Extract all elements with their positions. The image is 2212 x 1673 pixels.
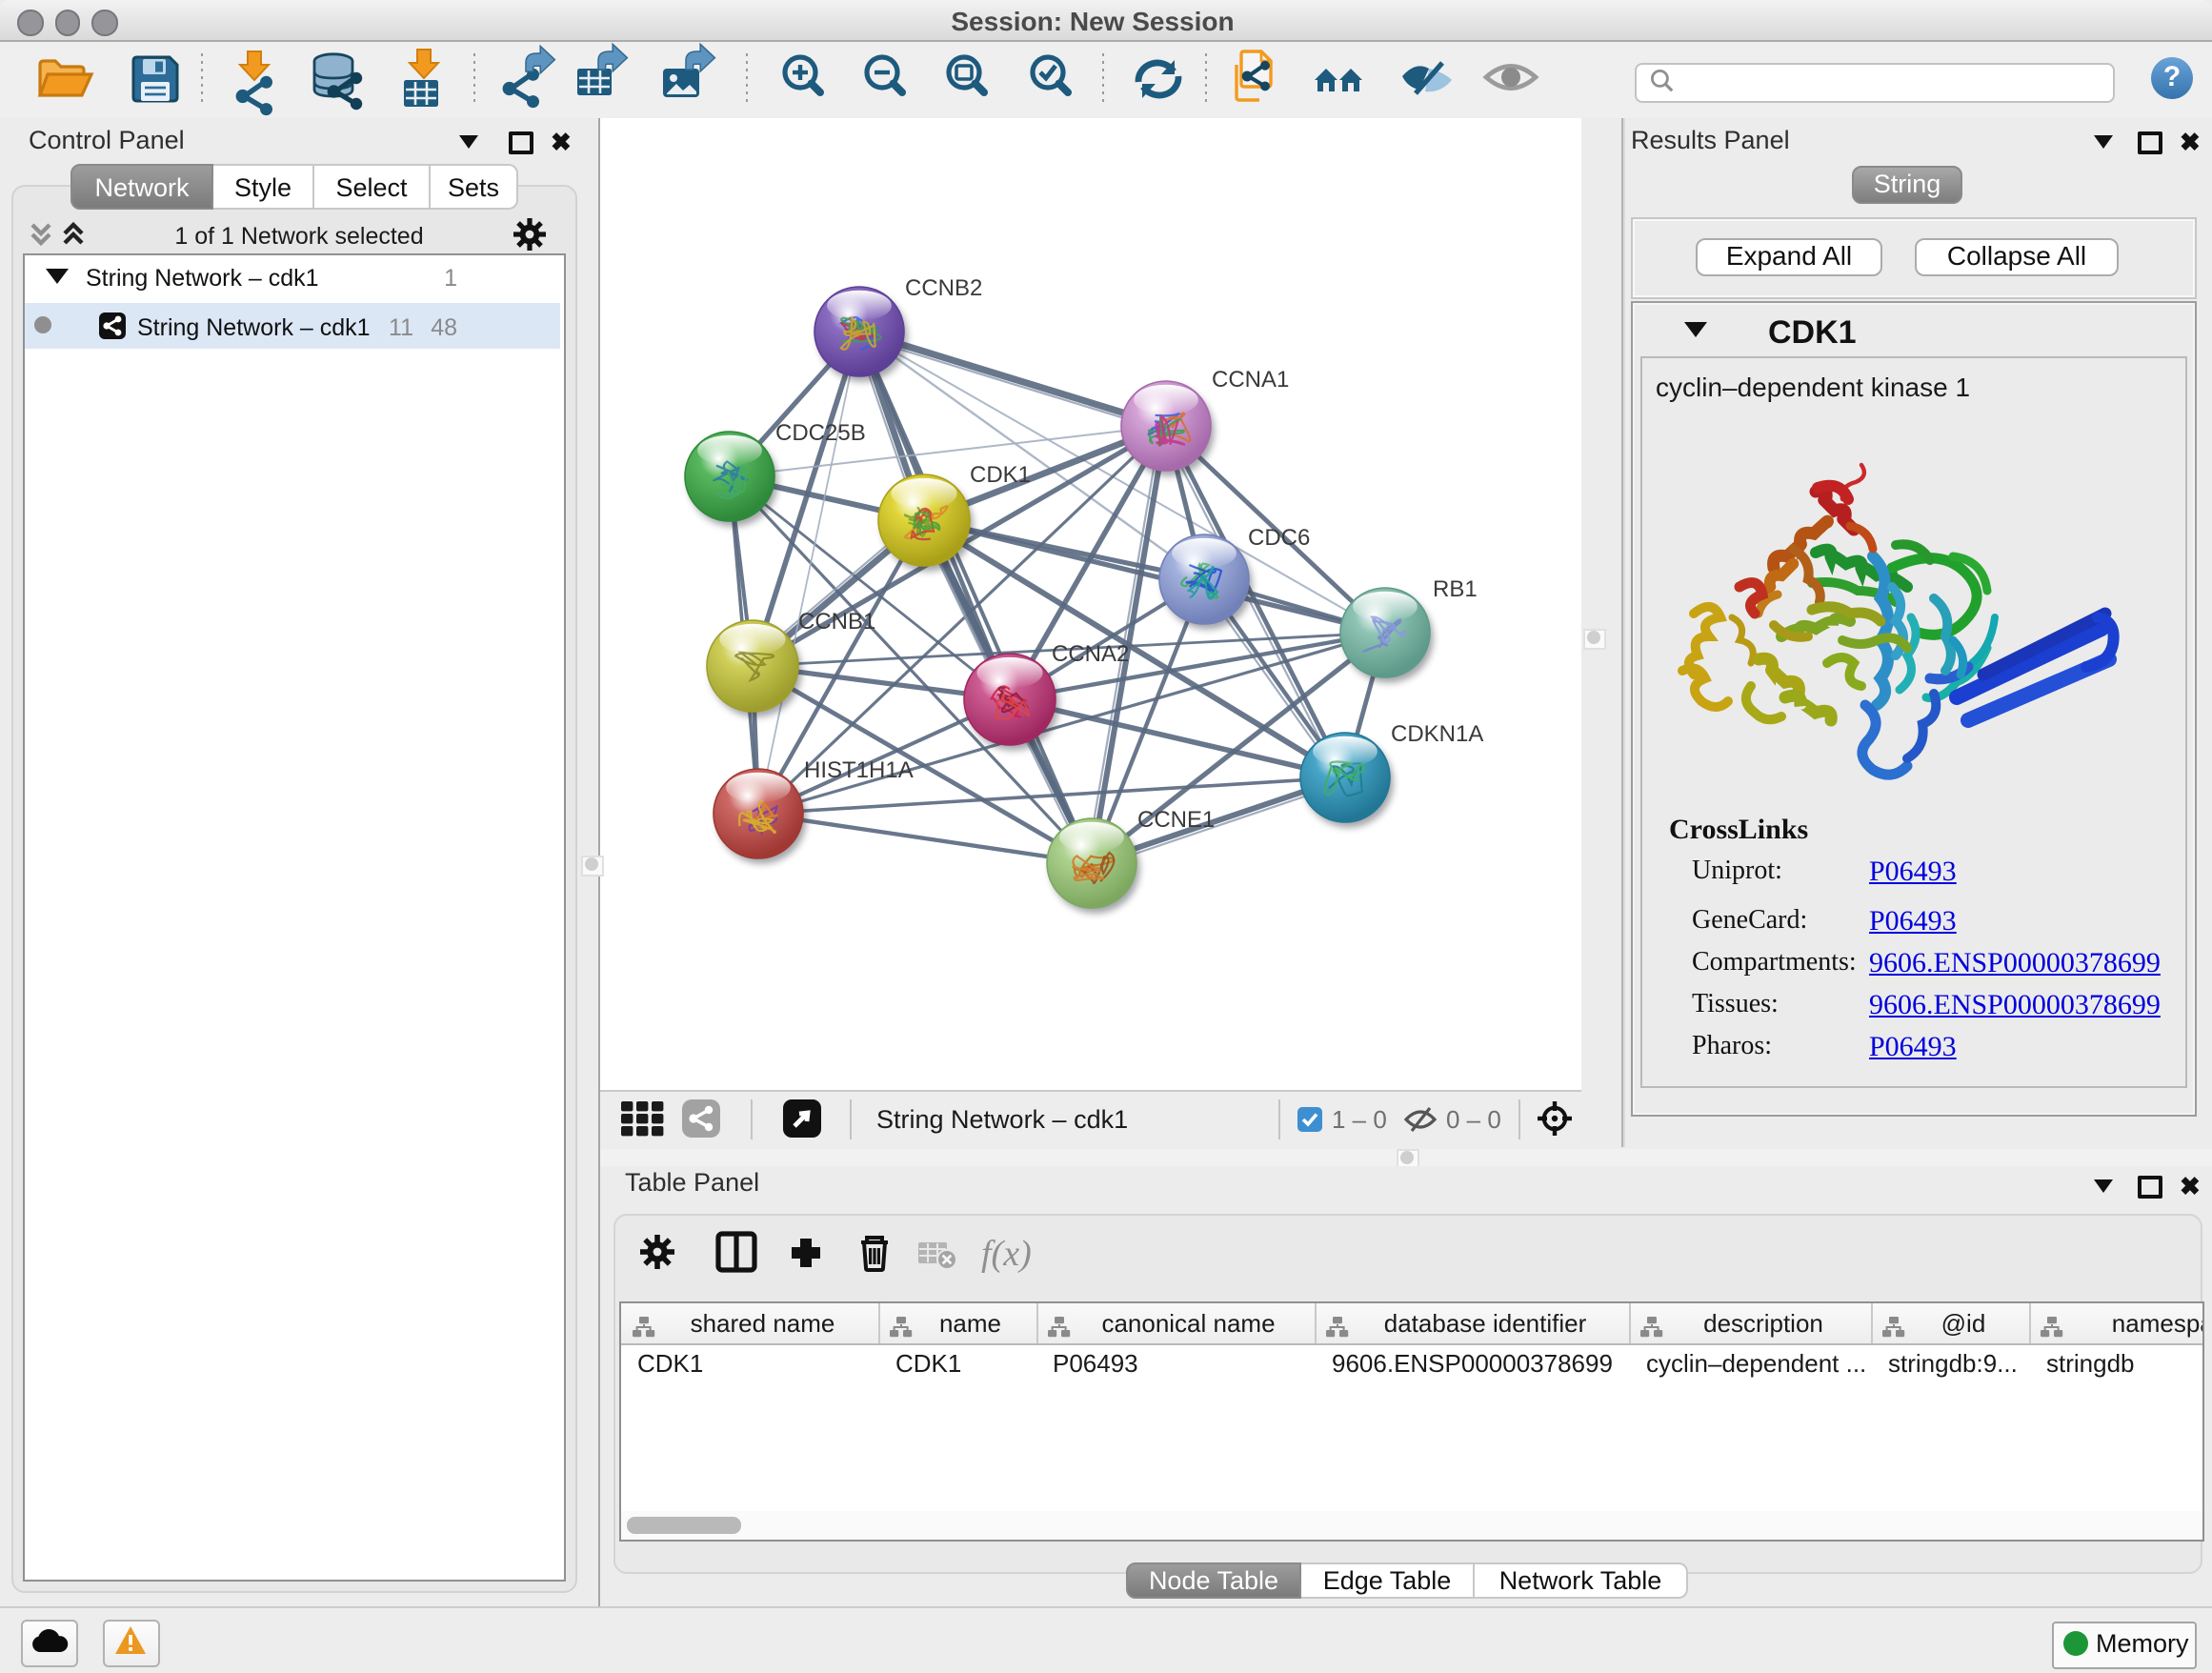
svg-text:CDK1: CDK1 (970, 462, 1031, 488)
svg-text:f(x): f(x) (981, 1234, 1032, 1274)
svg-text:CCNA1: CCNA1 (1212, 367, 1289, 393)
svg-text:CDC25B: CDC25B (775, 420, 866, 446)
svg-text:CCNB2: CCNB2 (905, 275, 982, 301)
svg-text:CCNB1: CCNB1 (798, 609, 875, 635)
svg-text:CCNA2: CCNA2 (1052, 641, 1129, 667)
svg-text:RB1: RB1 (1433, 576, 1478, 602)
svg-text:CCNE1: CCNE1 (1137, 807, 1215, 833)
svg-text:CDC6: CDC6 (1248, 525, 1310, 551)
svg-text:HIST1H1A: HIST1H1A (804, 757, 914, 783)
svg-text:CDKN1A: CDKN1A (1391, 721, 1483, 747)
